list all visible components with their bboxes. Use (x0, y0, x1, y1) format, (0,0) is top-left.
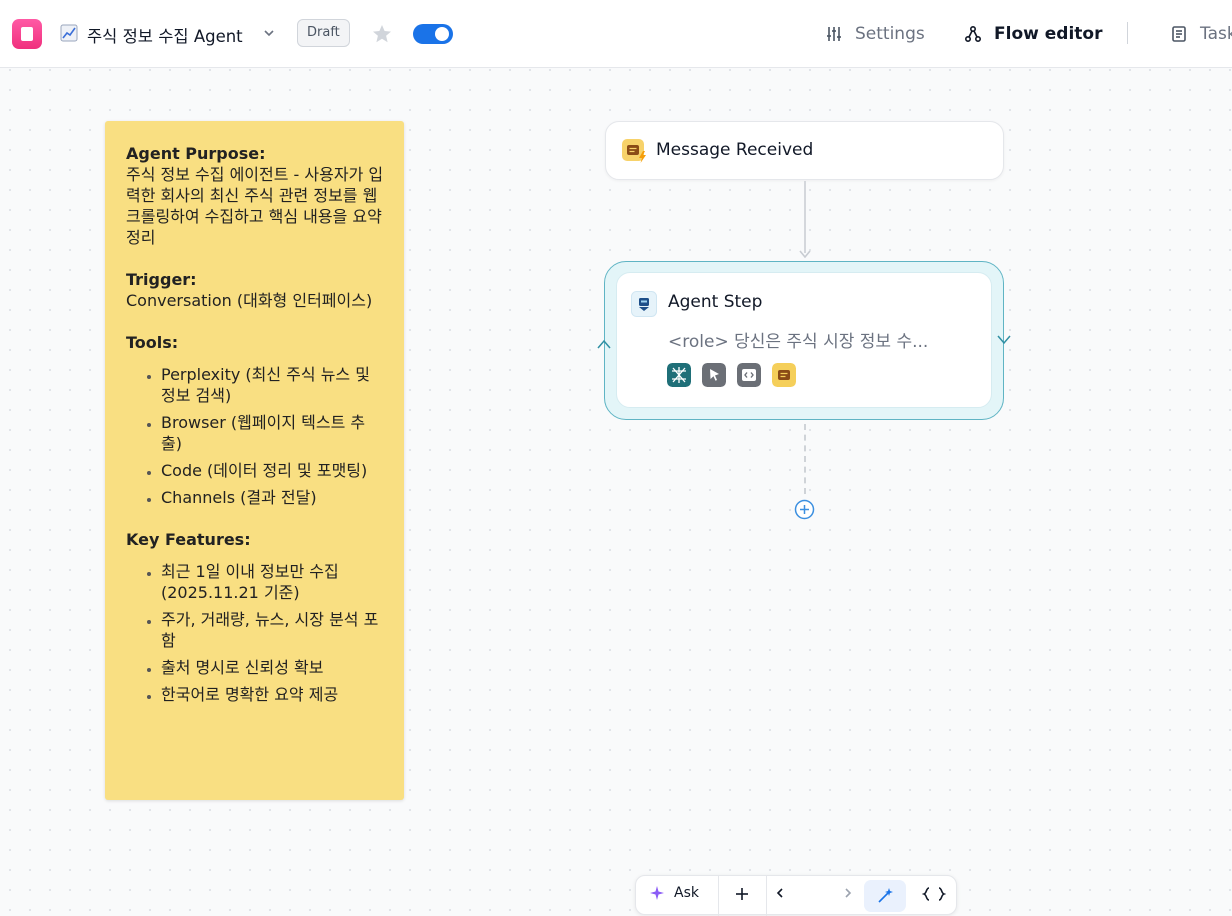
note-purpose-text: 주식 정보 수집 에이전트 - 사용자가 입력한 회사의 최신 주식 관련 정보… (126, 165, 384, 247)
list-item: 최근 1일 이내 정보만 수집 (2025.11.21 기준) (161, 561, 384, 603)
note-features-heading: Key Features: (126, 530, 251, 549)
agent-step-card[interactable]: Agent Step <role> 당신은 주식 시장 정보 수... (616, 272, 992, 408)
status-badge: Draft (297, 19, 350, 47)
sticky-note[interactable]: Agent Purpose: 주식 정보 수집 에이전트 - 사용자가 입력한 … (105, 121, 404, 800)
agent-name[interactable]: 주식 정보 수집 Agent (87, 23, 243, 47)
channels-tool-icon[interactable] (772, 363, 796, 387)
loop-arrow-down-icon (997, 335, 1011, 345)
toolbar-divider (766, 876, 767, 916)
tab-settings-label: Settings (855, 24, 925, 44)
tab-flow-editor[interactable]: Flow editor (964, 22, 1102, 46)
top-bar: 주식 정보 수집 Agent Draft Settings Flow edito… (0, 0, 1232, 68)
agent-step-title: Agent Step (668, 292, 763, 312)
toolbar-divider (718, 876, 719, 916)
tab-settings[interactable]: Settings (825, 22, 925, 46)
code-braces-icon[interactable] (922, 886, 946, 902)
list-item: Browser (웹페이지 텍스트 추출) (161, 412, 384, 454)
note-features-list: 최근 1일 이내 정보만 수집 (2025.11.21 기준) 주가, 거래량,… (126, 561, 384, 705)
list-item: Code (데이터 정리 및 포맷팅) (161, 460, 384, 481)
note-tools-list: Perplexity (최신 주식 뉴스 및 정보 검색) Browser (웹… (126, 364, 384, 508)
magic-wand-icon (878, 888, 893, 903)
note-purpose-heading: Agent Purpose: (126, 144, 266, 163)
tab-tasks-label: Task (1200, 24, 1232, 44)
dashed-connector (804, 424, 806, 494)
note-features-section: Key Features: 최근 1일 이내 정보만 수집 (2025.11.2… (126, 529, 384, 705)
message-lightning-icon (622, 139, 646, 163)
note-trigger-heading: Trigger: (126, 270, 197, 289)
ask-button-label[interactable]: Ask (674, 885, 699, 901)
arrow-down-icon (799, 250, 811, 259)
code-tool-icon[interactable] (737, 363, 761, 387)
undo-icon[interactable] (776, 886, 792, 902)
perplexity-tool-icon[interactable] (667, 363, 691, 387)
list-item: 주가, 거래량, 뉴스, 시장 분석 포함 (161, 609, 384, 651)
magic-wand-button[interactable] (864, 880, 906, 912)
loop-arrow-up-icon (597, 339, 611, 349)
trigger-node-label: Message Received (656, 140, 814, 160)
list-item: 출처 명시로 신뢰성 확보 (161, 657, 384, 678)
note-purpose-section: Agent Purpose: 주식 정보 수집 에이전트 - 사용자가 입력한 … (126, 143, 384, 248)
agent-step-node[interactable]: Agent Step <role> 당신은 주식 시장 정보 수... (604, 261, 1004, 420)
agent-step-description: <role> 당신은 주식 시장 정보 수... (668, 332, 929, 352)
trigger-node[interactable]: Message Received (605, 121, 1004, 180)
bottom-toolbar: Ask (635, 875, 957, 916)
tab-tasks[interactable]: Task (1170, 22, 1232, 46)
document-icon (1172, 26, 1186, 42)
star-icon[interactable] (371, 23, 393, 45)
connector-line (804, 181, 806, 253)
note-tools-heading: Tools: (126, 333, 179, 352)
nav-divider (1127, 22, 1128, 44)
sparkle-icon (650, 886, 664, 900)
browser-tool-icon[interactable] (702, 363, 726, 387)
toggle-knob (435, 27, 449, 41)
list-item: Perplexity (최신 주식 뉴스 및 정보 검색) (161, 364, 384, 406)
chart-increasing-icon (60, 24, 78, 42)
redo-icon[interactable] (836, 886, 852, 902)
chevron-down-icon[interactable] (262, 26, 276, 40)
list-item: 한국어로 명확한 요약 제공 (161, 684, 384, 705)
note-trigger-section: Trigger: Conversation (대화형 인터페이스) (126, 269, 384, 311)
app-logo[interactable] (12, 19, 42, 49)
agent-enabled-toggle[interactable] (413, 24, 453, 44)
tab-flow-editor-label: Flow editor (994, 24, 1103, 44)
flow-nodes-icon (964, 25, 982, 43)
sliders-icon (827, 27, 841, 41)
add-step-button[interactable] (794, 499, 815, 520)
note-trigger-text: Conversation (대화형 인터페이스) (126, 291, 373, 310)
note-tools-section: Tools: Perplexity (최신 주식 뉴스 및 정보 검색) Bro… (126, 332, 384, 508)
plus-icon[interactable] (734, 886, 750, 902)
list-item: Channels (결과 전달) (161, 487, 384, 508)
robot-icon (631, 291, 657, 317)
